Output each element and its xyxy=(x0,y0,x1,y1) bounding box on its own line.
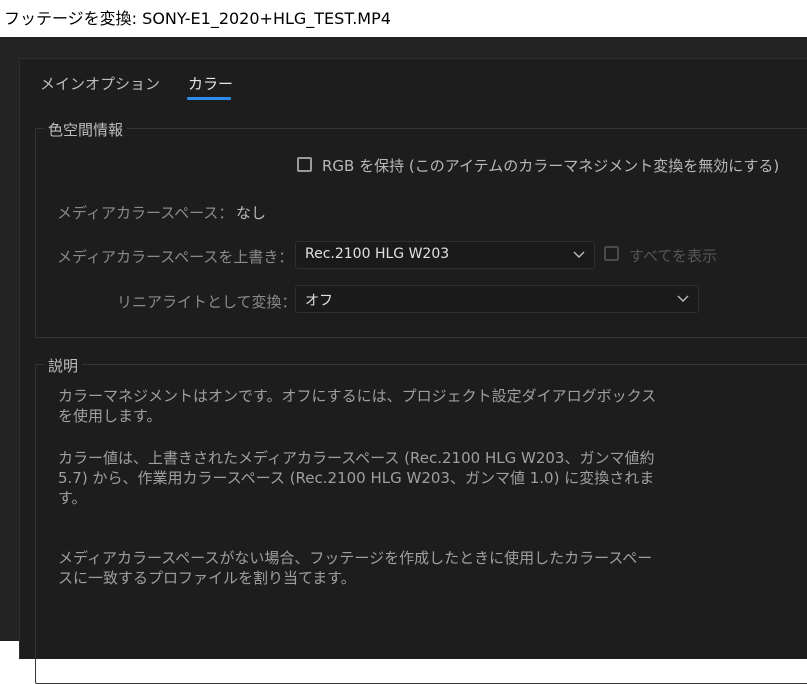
dialog-panel: メインオプション カラー 色空間情報 RGB を保持 (このアイテムのカラーマネ… xyxy=(19,58,807,684)
window-title: フッテージを変換: SONY-E1_2020+HLG_TEST.MP4 xyxy=(0,0,807,37)
tab-color[interactable]: カラー xyxy=(188,73,233,94)
description-group-label: 説明 xyxy=(44,355,83,376)
media-color-space-label: メディアカラースペース： xyxy=(57,204,234,222)
tab-main-options[interactable]: メインオプション xyxy=(40,73,160,94)
linearize-dropdown[interactable]: オフ xyxy=(295,285,699,313)
tab-bar: メインオプション カラー xyxy=(20,59,807,119)
dialog: メインオプション カラー 色空間情報 RGB を保持 (このアイテムのカラーマネ… xyxy=(0,37,807,684)
linearize-label: リニアライトとして変換： xyxy=(117,293,297,311)
description-paragraph-3: メディアカラースペースがない場合、フッテージを作成したときに使用したカラースペー… xyxy=(58,549,653,587)
active-tab-indicator xyxy=(187,97,231,100)
chevron-down-icon xyxy=(677,295,689,302)
preserve-rgb-checkbox[interactable] xyxy=(297,157,312,172)
description-paragraph-2: カラー値は、上書きされたメディアカラースペース (Rec.2100 HLG W2… xyxy=(58,449,655,507)
show-all-checkbox[interactable] xyxy=(604,246,619,261)
show-all-label: すべてを表示 xyxy=(629,247,718,265)
color-space-group-label: 色空間情報 xyxy=(44,119,128,140)
override-dropdown-value: Rec.2100 HLG W203 xyxy=(305,246,450,262)
override-label: メディアカラースペースを上書き： xyxy=(57,248,294,266)
preserve-rgb-label: RGB を保持 (このアイテムのカラーマネジメント変換を無効にする) xyxy=(322,157,780,175)
media-color-space-value: なし xyxy=(236,204,267,222)
override-dropdown[interactable]: Rec.2100 HLG W203 xyxy=(295,241,595,269)
description-paragraph-1: カラーマネジメントはオンです。オフにするには、プロジェクト設定ダイアログボックス… xyxy=(58,387,657,425)
chevron-down-icon xyxy=(573,251,585,258)
linearize-dropdown-value: オフ xyxy=(305,293,333,309)
